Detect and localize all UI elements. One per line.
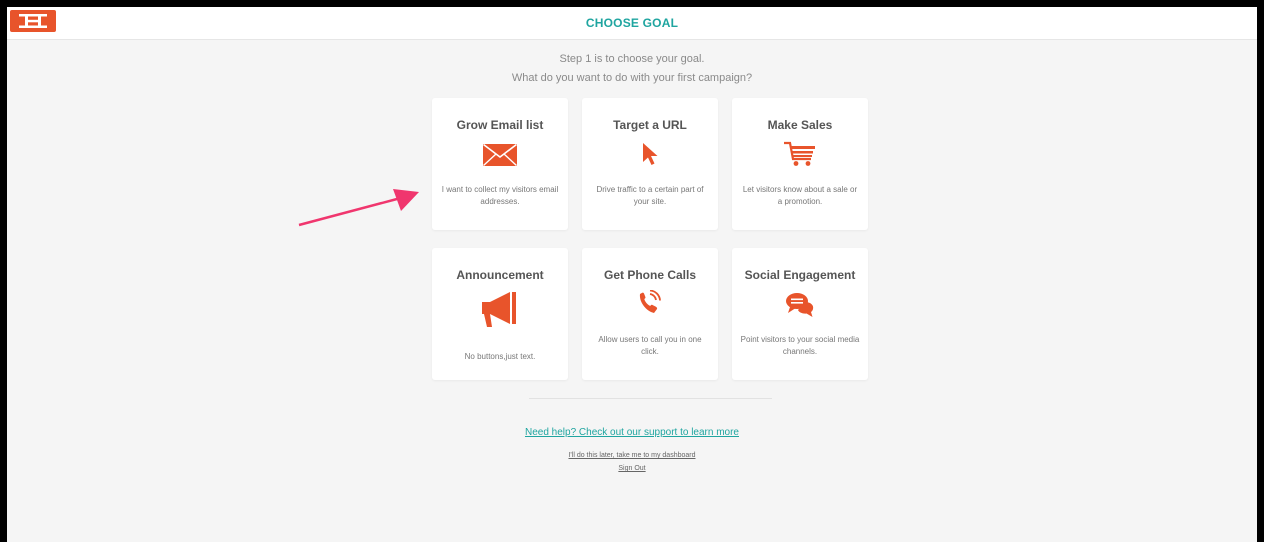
cart-icon [732,141,868,172]
chat-bubbles-icon [732,292,868,323]
goal-card-make-sales[interactable]: Make Sales Let visitors know about a sal… [732,98,868,230]
dashboard-link[interactable]: I'll do this later, take me to my dashbo… [7,452,1257,459]
support-link[interactable]: Need help? Check out our support to lear… [7,427,1257,438]
goal-card-social-engagement[interactable]: Social Engagement Point visitors to your… [732,248,868,380]
goal-card-title: Announcement [456,268,544,282]
top-bar: CHOOSE GOAL [7,7,1257,40]
goal-card-description: Drive traffic to a certain part of your … [596,185,704,206]
megaphone-icon [432,291,568,334]
goal-card-title: Social Engagement [744,268,856,282]
envelope-icon [432,143,568,171]
goal-card-description: No buttons,just text. [464,352,536,361]
cursor-icon [582,142,718,173]
question-text: What do you want to do with your first c… [511,72,753,84]
goal-card-description: Point visitors to your social media chan… [740,335,860,356]
goal-card-target-url[interactable]: Target a URL Drive traffic to a certain … [582,98,718,230]
divider [529,398,772,399]
goal-card-announcement[interactable]: Announcement No buttons,just text. [432,248,568,380]
goal-card-grow-email-list[interactable]: Grow Email list I want to collect my vis… [432,98,568,230]
goal-card-description: Let visitors know about a sale or a prom… [742,185,858,206]
goal-card-title: Get Phone Calls [603,268,697,282]
goal-card-title: Grow Email list [456,118,544,132]
app-window: CHOOSE GOAL Step 1 is to choose your goa… [7,7,1257,542]
sign-out-link[interactable]: Sign Out [7,465,1257,472]
goal-card-description: I want to collect my visitors email addr… [441,185,559,206]
goal-card-title: Make Sales [767,118,833,132]
page-title: CHOOSE GOAL [585,16,679,30]
goal-card-get-phone-calls[interactable]: Get Phone Calls Allow users to call you … [582,248,718,380]
step-text: Step 1 is to choose your goal. [559,53,705,65]
annotation-arrow-icon [297,187,427,242]
goal-card-description: Allow users to call you in one click. [598,335,702,356]
phone-icon [582,289,718,321]
goal-card-title: Target a URL [613,118,687,132]
